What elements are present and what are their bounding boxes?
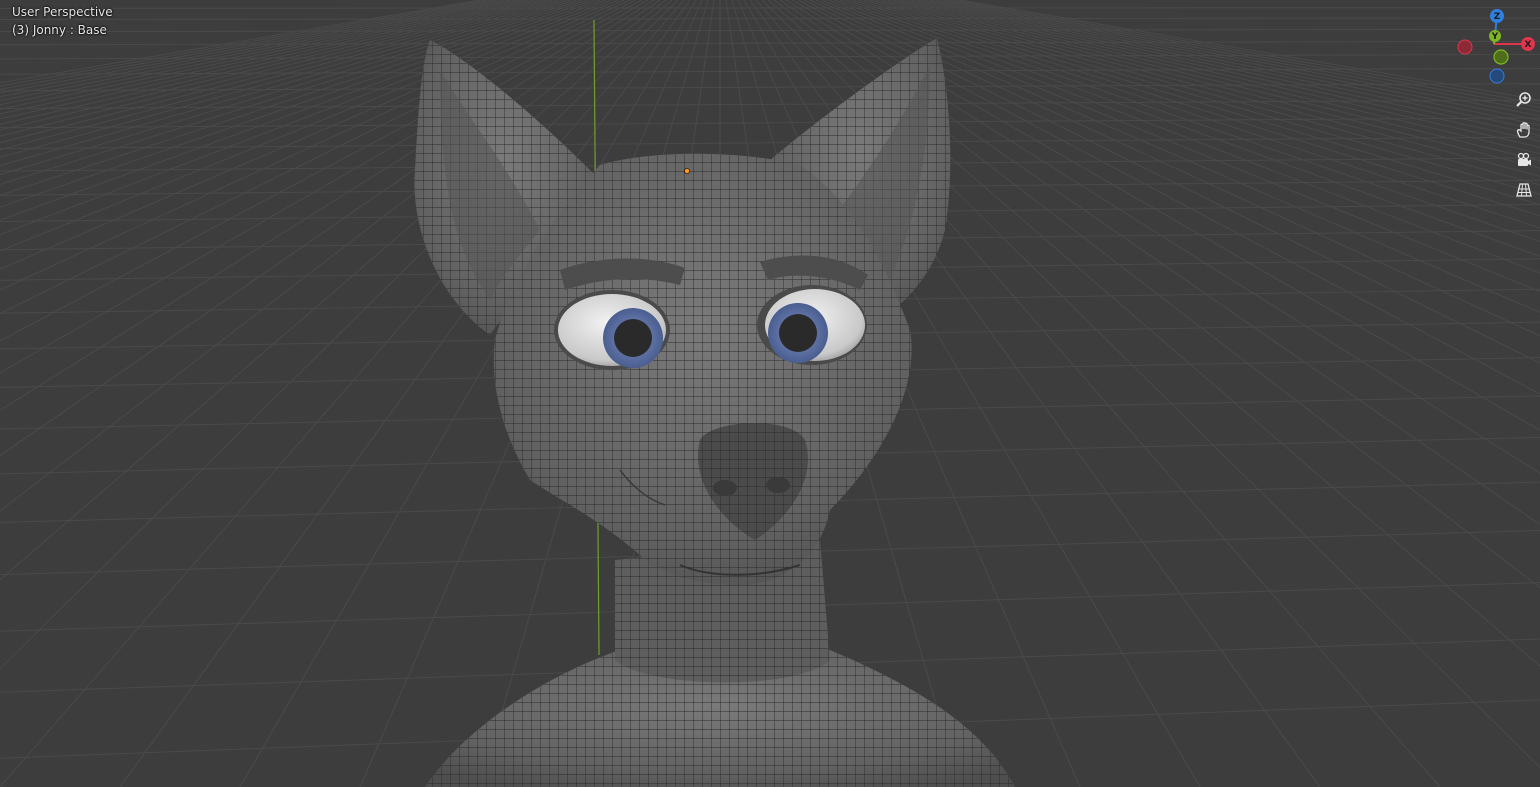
toggle-perspective-button[interactable]	[1512, 178, 1536, 202]
gizmo-label-y: Y	[1491, 32, 1499, 42]
grid-line	[887, 0, 1540, 162]
grid-line	[863, 0, 1540, 195]
grid-line	[899, 0, 1540, 148]
grid-line	[0, 28, 1540, 33]
camera-view-button[interactable]	[1512, 148, 1536, 172]
zoom-button[interactable]	[1512, 88, 1536, 112]
grid-line	[881, 0, 1540, 169]
grid-line	[0, 99, 1540, 110]
grid-line	[0, 17, 1540, 21]
grid-line	[923, 0, 1540, 126]
gizmo-neg-z	[1489, 68, 1505, 84]
object-origin-dot	[684, 168, 690, 174]
perspective-grid-icon	[1515, 181, 1533, 199]
zoom-icon	[1515, 91, 1533, 109]
3d-viewport[interactable]: User Perspective (3) Jonny : Base Z Y X	[0, 0, 1540, 787]
grid-line	[911, 0, 1540, 136]
gizmo-label-x: X	[1525, 40, 1532, 50]
grid-line	[0, 7, 1540, 9]
navigation-gizmo[interactable]: Z Y X	[1450, 0, 1540, 90]
gizmo-label-z: Z	[1494, 12, 1501, 22]
camera-icon	[1515, 151, 1533, 169]
view-name-label: User Perspective	[12, 5, 113, 19]
pan-hand-icon	[1515, 121, 1533, 139]
viewport-scene	[0, 0, 1540, 787]
grid-line	[905, 0, 1540, 142]
pan-button[interactable]	[1512, 118, 1536, 142]
grid-line	[0, 136, 1540, 150]
object-info-label: (3) Jonny : Base	[12, 23, 107, 37]
gizmo-neg-y	[1493, 49, 1509, 65]
gizmo-neg-x	[1457, 39, 1473, 55]
grid-line	[893, 0, 1540, 155]
